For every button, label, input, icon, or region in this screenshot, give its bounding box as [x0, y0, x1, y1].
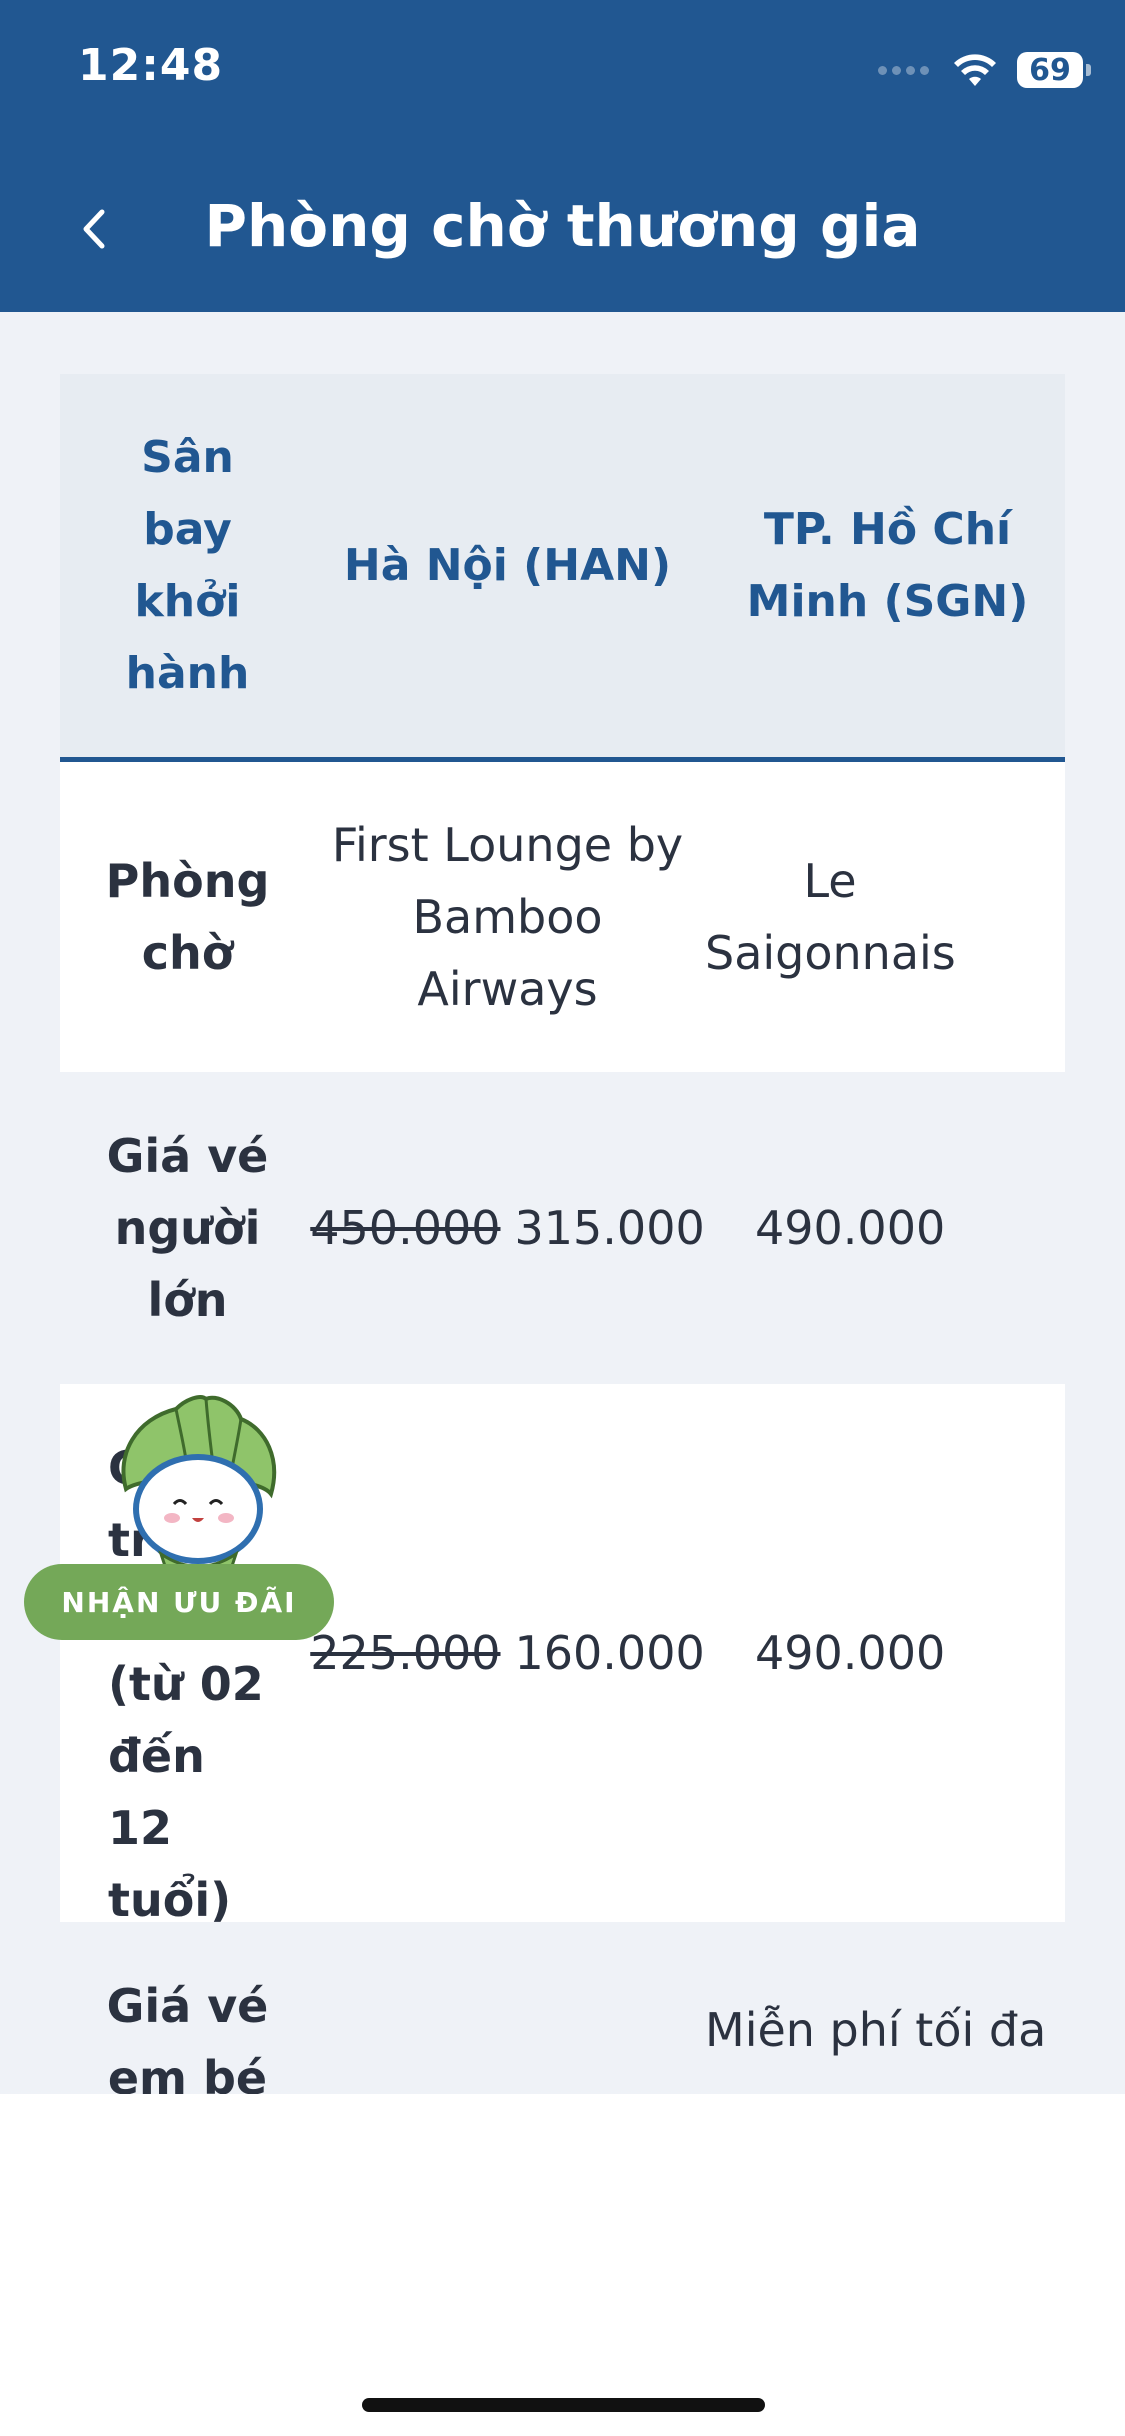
content-area: Sân bay khởi hành Hà Nội (HAN) TP. Hồ Ch…: [0, 312, 1125, 2094]
adult-old-price: 450.000: [310, 1201, 501, 1255]
bottom-safe-area: [0, 2094, 1125, 2436]
table-row: Giá vé em bé Miễn phí tối đa: [60, 1922, 1065, 2094]
header-sgn: TP. Hồ Chí Minh (SGN): [746, 503, 1029, 627]
get-offer-button[interactable]: NHẬN ƯU ĐÃI: [24, 1564, 334, 1640]
promo-widget[interactable]: NHẬN ƯU ĐÃI: [24, 1394, 334, 1644]
header-han: Hà Nội (HAN): [343, 539, 672, 591]
table-row: Phòng chờ First Lounge by Bamboo Airways…: [60, 762, 1065, 1072]
price-table[interactable]: Sân bay khởi hành Hà Nội (HAN) TP. Hồ Ch…: [60, 374, 1065, 2094]
child-price-han: 225.000 160.000: [310, 1384, 704, 1922]
adult-new-price: 315.000: [514, 1201, 705, 1255]
wifi-icon: [954, 54, 996, 86]
infant-price-han: [315, 1922, 700, 2094]
lounge-sgn: Le Saigonnais: [705, 854, 956, 980]
header-departure-airport: Sân bay khởi hành: [125, 431, 250, 699]
home-indicator[interactable]: [362, 2398, 765, 2412]
battery-icon: 69: [1017, 52, 1091, 88]
app-header: 12:48 69 Phòng chờ thương gia: [0, 0, 1125, 312]
table-header-row: Sân bay khởi hành Hà Nội (HAN) TP. Hồ Ch…: [60, 374, 1065, 762]
status-time: 12:48: [78, 40, 224, 91]
adult-price-han: 450.000 315.000: [310, 1072, 704, 1384]
page-title: Phòng chờ thương gia: [204, 192, 921, 260]
status-icons: 69: [878, 48, 1091, 92]
cellular-signal-icon: [878, 65, 929, 75]
row-label-infant: Giá vé em bé: [106, 1979, 269, 2094]
table-row: Giá vé người lớn 450.000 315.000 490.000: [60, 1072, 1065, 1384]
lounge-han: First Lounge by Bamboo Airways: [331, 818, 684, 1016]
infant-price-sgn: Miễn phí tối đa: [705, 2003, 1047, 2057]
child-new-price: 160.000: [514, 1626, 705, 1680]
row-label-lounge: Phòng chờ: [105, 854, 270, 980]
child-old-price: 225.000: [310, 1626, 501, 1680]
adult-price-sgn: 490.000: [755, 1201, 946, 1255]
row-label-adult: Giá vé người lớn: [106, 1129, 269, 1327]
mascot-icon: [121, 1395, 277, 1574]
child-price-sgn: 490.000: [755, 1626, 946, 1680]
